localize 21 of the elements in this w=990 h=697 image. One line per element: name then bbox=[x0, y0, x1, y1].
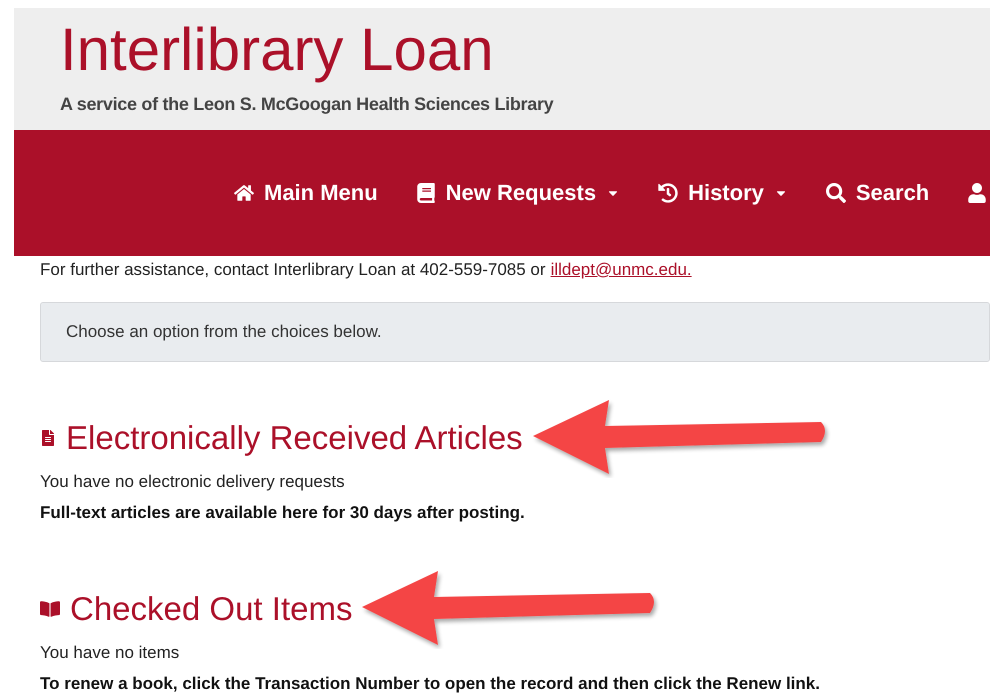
info-text: To renew a book, click the Transaction Number to open the record and then click the Renew link. bbox=[40, 674, 821, 694]
site-subtitle: A service of the Leon S. McGoogan Health Sciences Library bbox=[60, 94, 554, 115]
nav-link[interactable]: New Requests bbox=[416, 180, 620, 206]
section-heading: Checked Out Items bbox=[70, 590, 352, 628]
site-title: Interlibrary Loan bbox=[60, 18, 495, 82]
open-book-icon bbox=[40, 599, 60, 619]
nav-link[interactable]: Main Menu bbox=[234, 180, 378, 206]
document-icon bbox=[40, 430, 56, 446]
info-notice: Choose an option from the choices below. bbox=[40, 302, 990, 362]
history-icon bbox=[658, 183, 678, 203]
home-icon bbox=[234, 183, 254, 203]
info-text: Full-text articles are available here for 30 days after posting. bbox=[40, 503, 526, 523]
email-link[interactable]: illdept@unmc.edu. bbox=[550, 260, 692, 279]
search-icon bbox=[826, 183, 846, 203]
status-text: You have no electronic delivery requests bbox=[40, 472, 346, 492]
nav-link[interactable]: Search bbox=[826, 180, 930, 206]
contact-text: For further assistance, contact Interlibrary Loan at 402-559-7085 or illdept@unmc.edu. bbox=[40, 260, 693, 280]
nav-link[interactable]: History bbox=[658, 180, 788, 206]
book-icon bbox=[416, 183, 436, 203]
status-text: You have no items bbox=[40, 643, 180, 663]
section-heading: Electronically Received Articles bbox=[66, 419, 523, 457]
